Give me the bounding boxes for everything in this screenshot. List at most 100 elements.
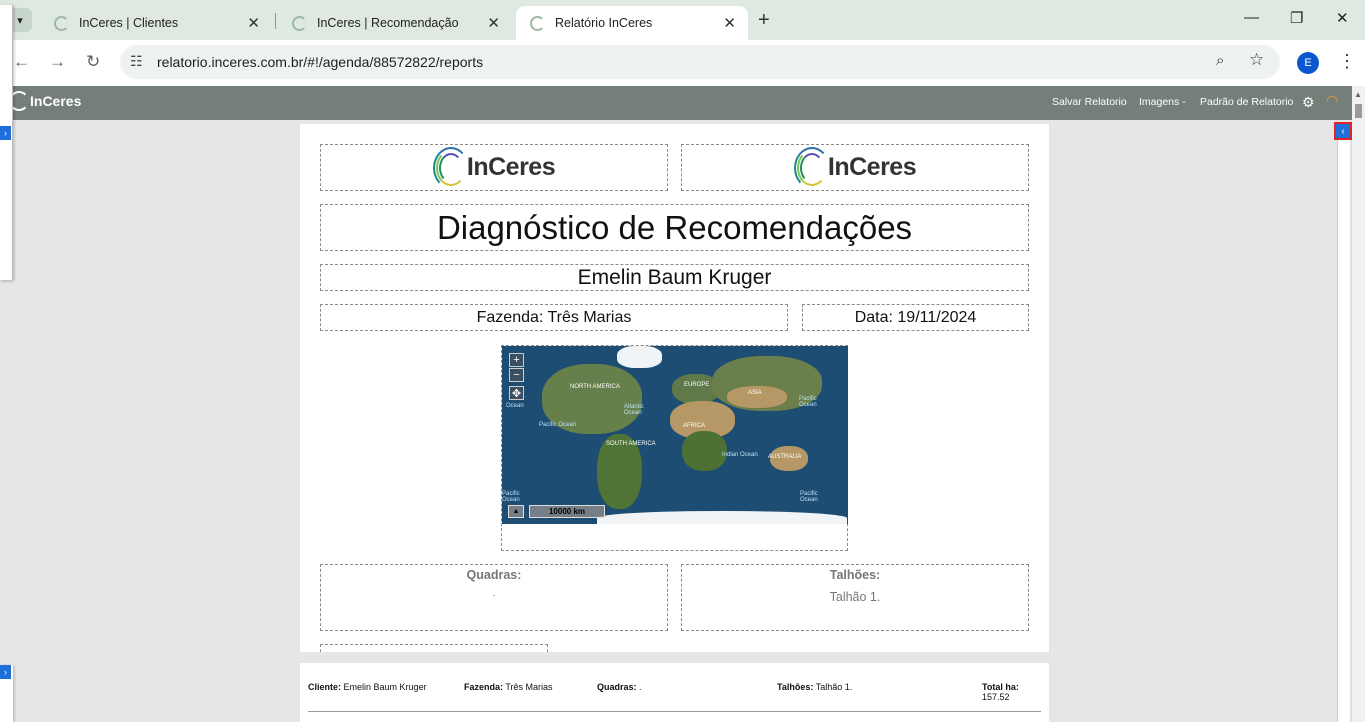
- reload-button[interactable]: ↻: [86, 52, 100, 72]
- logo-wordmark: InCeres: [466, 153, 556, 181]
- talhoes-value: Talhão 1.: [829, 590, 881, 604]
- close-icon[interactable]: ✕: [487, 14, 500, 32]
- logo-box-left[interactable]: InCeres: [320, 144, 668, 191]
- tab-recomendacao[interactable]: InCeres | Recomendação ✕: [278, 6, 512, 40]
- map-label: Pacific Ocean: [539, 422, 577, 428]
- zoom-out-button[interactable]: −: [509, 368, 524, 382]
- url-text[interactable]: relatorio.inceres.com.br/#!/agenda/88572…: [157, 54, 483, 70]
- tab-title: Relatório InCeres: [555, 16, 653, 30]
- forward-button[interactable]: →: [49, 52, 66, 72]
- tab-title: InCeres | Recomendação: [317, 16, 459, 30]
- magnifier-icon[interactable]: ⌕: [1216, 52, 1224, 69]
- farm-name[interactable]: Fazenda: Três Marias: [320, 304, 788, 331]
- images-menu[interactable]: Imagens -: [1139, 96, 1186, 108]
- right-side-panel: [1337, 124, 1350, 722]
- close-icon[interactable]: ✕: [247, 14, 260, 32]
- report-date[interactable]: Data: 19/11/2024: [802, 304, 1029, 331]
- quadras-value: .: [492, 588, 496, 599]
- app-logo-text: InCeres: [30, 93, 82, 109]
- app-logo[interactable]: InCeres: [9, 91, 81, 111]
- client-name[interactable]: Emelin Baum Kruger: [320, 264, 1029, 291]
- profile-avatar[interactable]: E: [1297, 52, 1319, 74]
- restore-button[interactable]: ❐: [1290, 9, 1303, 27]
- logo-wordmark: InCeres: [827, 153, 917, 181]
- map-scale-bar: 10000 km: [529, 505, 605, 518]
- antarctica-ice: [597, 511, 847, 524]
- scroll-up-icon[interactable]: ▲: [1354, 90, 1362, 99]
- inceres-swirl-icon: [432, 145, 469, 191]
- tab-title: InCeres | Clientes: [79, 16, 179, 30]
- address-bar[interactable]: ☷ relatorio.inceres.com.br/#!/agenda/885…: [120, 45, 1280, 79]
- report-page: InCeres InCeres Diagnóstico de Recomenda…: [300, 124, 1049, 652]
- world-map[interactable]: NORTH AMERICA EUROPE ASIA AFRICA SOUTH A…: [502, 346, 848, 524]
- map-box[interactable]: NORTH AMERICA EUROPE ASIA AFRICA SOUTH A…: [501, 345, 848, 551]
- footer-talhoes: Talhões: Talhão 1.: [777, 682, 853, 692]
- footer-farm: Fazenda: Três Marias: [464, 682, 553, 692]
- footer-divider: [308, 711, 1041, 712]
- scrollbar-thumb[interactable]: [1355, 104, 1362, 118]
- chevron-right-icon: ›: [4, 128, 7, 138]
- footer-quadras: Quadras: .: [597, 682, 642, 692]
- report-title[interactable]: Diagnóstico de Recomendações: [320, 204, 1029, 251]
- quadras-label: Quadras:: [466, 568, 522, 582]
- quadras-box[interactable]: Quadras: .: [320, 564, 668, 631]
- talhoes-label: Talhões:: [829, 568, 881, 582]
- left-side-panel: [0, 5, 13, 280]
- site-info-icon[interactable]: ☷: [130, 53, 143, 70]
- north-arrow-icon: ▲: [508, 505, 524, 518]
- logo-box-right[interactable]: InCeres: [681, 144, 1029, 191]
- gear-icon[interactable]: ⚙: [1302, 94, 1315, 111]
- inceres-favicon-icon: [530, 15, 545, 31]
- chevron-left-icon: ‹: [1341, 125, 1345, 137]
- chevron-right-icon: ›: [4, 667, 7, 677]
- left-panel-toggle[interactable]: ›: [0, 126, 11, 140]
- tab-relatorio[interactable]: Relatório InCeres ✕: [516, 6, 748, 40]
- page-scrollbar[interactable]: ▲: [1352, 86, 1365, 722]
- minimize-button[interactable]: —: [1244, 9, 1259, 26]
- browser-tab-strip: ▾ InCeres | Clientes ✕ InCeres | Recomen…: [0, 0, 1365, 40]
- map-label: EUROPE: [684, 382, 710, 388]
- map-label: Ocean: [506, 403, 524, 409]
- inceres-favicon-icon: [292, 15, 307, 31]
- greenland-ice: [617, 346, 662, 368]
- footer-total: Total ha: 157.52: [982, 682, 1019, 702]
- new-tab-button[interactable]: +: [758, 9, 770, 32]
- chart-box[interactable]: [320, 644, 548, 652]
- kebab-icon[interactable]: ⋮: [1338, 51, 1356, 72]
- talhoes-box[interactable]: Talhões: Talhão 1.: [681, 564, 1029, 631]
- footer-client: Cliente: Emelin Baum Kruger: [308, 682, 427, 692]
- pan-icon[interactable]: ✥: [509, 386, 524, 400]
- inceres-logo: InCeres: [793, 145, 917, 191]
- map-label: AFRICA: [683, 423, 706, 429]
- browser-toolbar: ← → ↻ ☷ relatorio.inceres.com.br/#!/agen…: [0, 40, 1365, 86]
- map-label: AUSTRALIA: [768, 454, 802, 460]
- tab-separator: [275, 13, 276, 29]
- africa-land: [682, 431, 727, 471]
- map-label: NORTH AMERICA: [570, 384, 620, 390]
- zoom-in-button[interactable]: +: [509, 353, 524, 367]
- tab-clientes[interactable]: InCeres | Clientes ✕: [40, 6, 272, 40]
- left-panel-toggle-bottom[interactable]: ›: [0, 665, 11, 679]
- save-report-button[interactable]: Salvar Relatorio: [1052, 96, 1127, 108]
- app-header: InCeres Salvar Relatorio Imagens - Padrã…: [0, 86, 1365, 120]
- inceres-favicon-icon: [54, 15, 69, 31]
- map-label: ASIA: [748, 390, 762, 396]
- chevron-down-icon: ▾: [17, 14, 23, 27]
- map-label: Pacific Ocean: [502, 491, 520, 503]
- plus-icon: +: [758, 9, 770, 31]
- map-label: Atlantic Ocean: [624, 404, 644, 416]
- back-button[interactable]: ←: [13, 52, 30, 72]
- map-label: SOUTH AMERICA: [606, 441, 656, 447]
- star-icon[interactable]: ☆: [1249, 50, 1264, 70]
- map-label: Indian Ocean: [722, 452, 758, 458]
- map-label: Pacific Ocean: [799, 396, 817, 408]
- inceres-logo: InCeres: [432, 145, 556, 191]
- default-report-button[interactable]: Padrão de Relatorio: [1200, 96, 1293, 108]
- map-label: Pacific Ocean: [800, 491, 818, 503]
- close-window-button[interactable]: ✕: [1336, 9, 1349, 27]
- inceres-swirl-icon: [793, 145, 830, 191]
- right-panel-toggle[interactable]: ‹: [1334, 122, 1352, 140]
- wifi-icon: ◠: [1326, 92, 1339, 108]
- close-icon[interactable]: ✕: [723, 14, 736, 32]
- report-footer: Cliente: Emelin Baum Kruger Fazenda: Trê…: [300, 663, 1049, 722]
